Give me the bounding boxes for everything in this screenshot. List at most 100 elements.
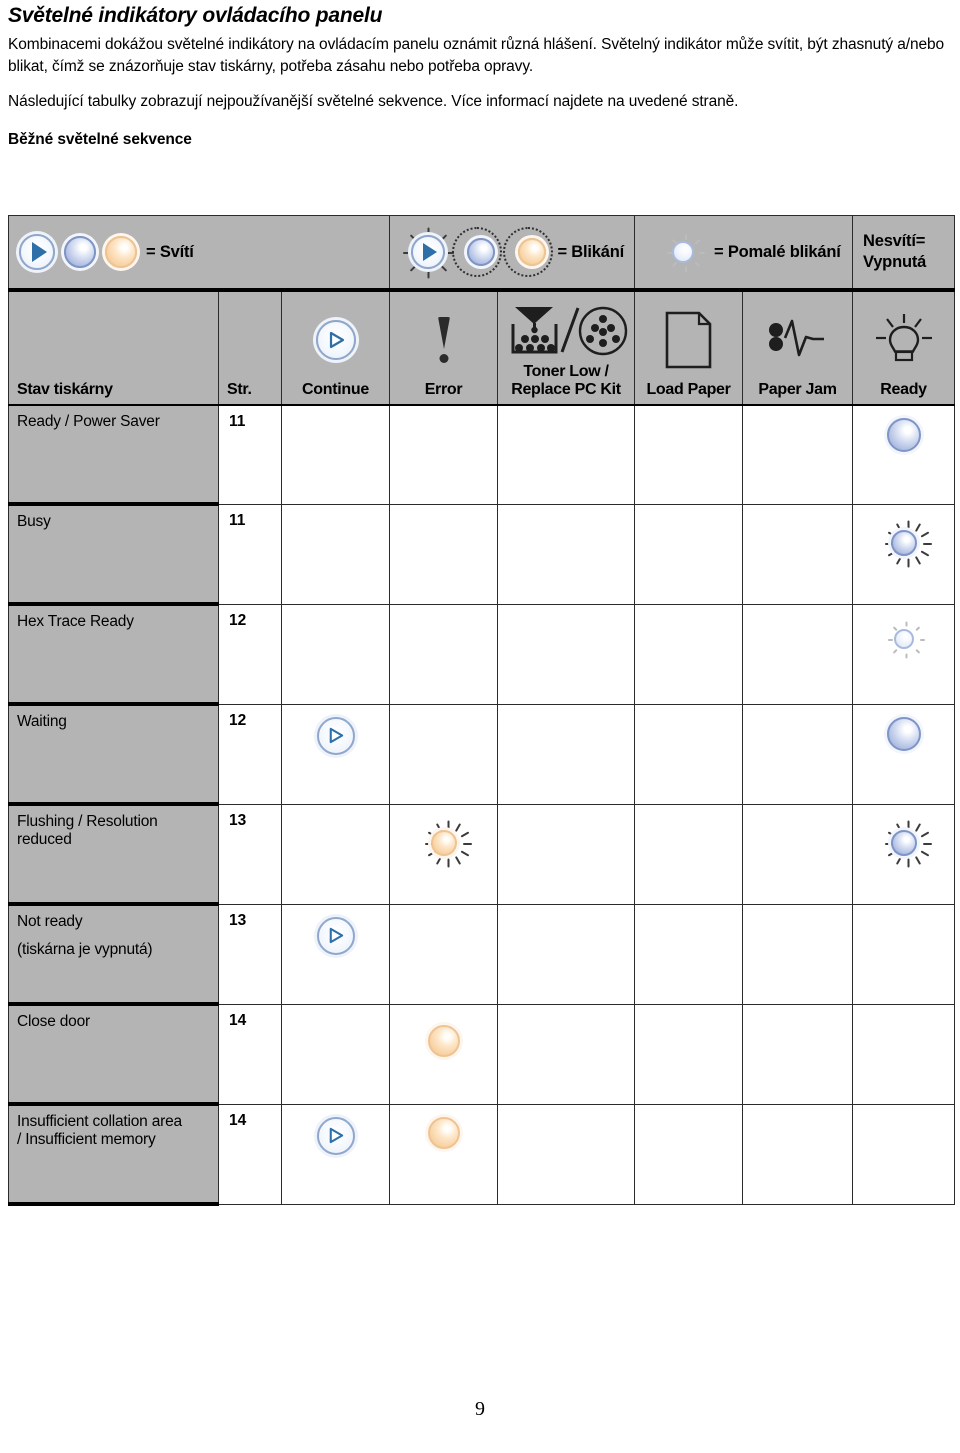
table-row: Not ready (tiskárna je vypnutá) 13	[8, 903, 956, 1006]
cell-load-paper	[634, 1003, 744, 1105]
section-subheading: Běžné světelné sekvence	[8, 131, 192, 149]
cell-state: Insufficient collation area / Insufficien…	[8, 1103, 219, 1206]
lamp-orange-blinking-icon	[418, 817, 472, 869]
legend-cell-off: Nesvítí= Vypnutá	[852, 215, 956, 292]
column-label-error: Error	[424, 381, 463, 399]
lamp-blue-slow-blinking-icon	[882, 617, 926, 661]
cell-load-paper	[634, 703, 744, 805]
play-on-icon	[19, 234, 55, 270]
cell-page: 12	[218, 703, 282, 805]
column-header-state: Stav tiskárny	[8, 289, 219, 406]
cell-paper-jam	[742, 404, 854, 505]
play-on-icon	[316, 1116, 355, 1155]
lamp-blue-blinking-icon	[878, 517, 932, 569]
column-header-toner: Toner Low / Replace PC Kit	[497, 289, 636, 406]
column-header-error: Error	[389, 289, 499, 406]
cell-load-paper	[634, 1103, 744, 1205]
table-row: Hex Trace Ready 12	[8, 603, 956, 706]
cell-page: 11	[218, 503, 282, 605]
column-header-continue: Continue	[280, 289, 391, 406]
legend-row: = Svítí = Blikání = Pomalé blikání Nesví…	[7, 215, 956, 292]
cell-toner	[497, 803, 636, 905]
lamp-blue-on-icon	[886, 418, 921, 452]
table-row: Ready / Power Saver 11	[8, 404, 956, 506]
cell-load-paper	[634, 903, 744, 1005]
cell-state: Ready / Power Saver	[8, 404, 219, 506]
cell-ready	[852, 803, 956, 905]
cell-error	[389, 1103, 499, 1205]
cell-page: 12	[218, 603, 282, 705]
cell-ready	[852, 404, 956, 505]
lamp-orange-blinking-icon	[502, 227, 553, 277]
column-header-ready: Ready	[852, 289, 956, 406]
cell-load-paper	[634, 404, 744, 505]
column-label-state: Stav tiskárny	[17, 381, 113, 399]
legend-cell-on: = Svítí	[7, 215, 391, 292]
cell-continue	[280, 1003, 391, 1105]
cell-ready	[852, 1003, 956, 1105]
light-sequences-table: = Svítí = Blikání = Pomalé blikání Nesví…	[7, 215, 956, 1206]
column-label-load-paper: Load Paper	[646, 381, 731, 399]
light-sequences-table-wrapper: = Svítí = Blikání = Pomalé blikání Nesví…	[7, 215, 956, 1206]
cell-ready	[852, 903, 956, 1005]
legend-cell-slow-blinking: = Pomalé blikání	[634, 215, 854, 292]
cell-state: Waiting	[8, 703, 219, 806]
cell-error	[389, 1003, 499, 1105]
cell-toner	[497, 703, 636, 805]
column-label-ready: Ready	[880, 381, 927, 399]
cell-paper-jam	[742, 903, 854, 1005]
column-header-load-paper: Load Paper	[634, 289, 744, 406]
cell-state: Hex Trace Ready	[8, 603, 219, 706]
intro-section: Světelné indikátory ovládacího panelu Ko…	[8, 4, 952, 149]
cell-load-paper	[634, 803, 744, 905]
cell-error	[389, 404, 499, 505]
legend-label-off: Nesvítí= Vypnutá	[863, 232, 927, 271]
table-header-row: Stav tiskárny Str. Continue Error Toner …	[8, 289, 956, 406]
column-label-page: Str.	[227, 381, 252, 399]
cell-continue	[280, 1103, 391, 1205]
cell-state: Flushing / Resolution reduced	[8, 803, 219, 906]
table-row: Close door 14	[8, 1003, 956, 1106]
lamp-orange-on-icon	[105, 236, 137, 268]
cell-paper-jam	[742, 803, 854, 905]
lightbulb-icon	[875, 313, 932, 361]
cell-continue	[280, 703, 391, 805]
lamp-blue-on-icon	[64, 236, 96, 268]
cell-page: 13	[218, 903, 282, 1005]
legend-label-blinking: = Blikání	[557, 242, 624, 261]
cell-page: 14	[218, 1103, 282, 1205]
cell-continue	[280, 603, 391, 705]
cell-error	[389, 803, 499, 905]
table-row: Busy 11	[8, 503, 956, 606]
cell-paper-jam	[742, 503, 854, 605]
page-title: Světelné indikátory ovládacího panelu	[8, 4, 383, 27]
column-label-toner: Toner Low / Replace PC Kit	[511, 363, 621, 399]
lamp-orange-on-icon	[427, 1024, 460, 1057]
cell-paper-jam	[742, 1003, 854, 1105]
legend-label-slow-blinking: = Pomalé blikání	[714, 242, 841, 261]
lamp-blue-slow-blinking-icon	[661, 230, 706, 274]
cell-state: Close door	[8, 1003, 219, 1106]
cell-continue	[280, 404, 391, 505]
play-triangle-icon	[329, 331, 344, 348]
cell-state: Not ready (tiskárna je vypnutá)	[8, 903, 219, 1006]
continue-button-icon	[315, 319, 356, 360]
play-triangle-icon	[329, 1127, 344, 1144]
cell-state: Busy	[8, 503, 219, 606]
play-on-icon	[316, 716, 355, 755]
cell-paper-jam	[742, 1103, 854, 1205]
paper-jam-icon	[768, 319, 824, 356]
toner-low-icon	[511, 306, 628, 355]
cell-load-paper	[634, 603, 744, 705]
cell-page: 11	[218, 404, 282, 505]
column-label-paper-jam: Paper Jam	[758, 381, 837, 399]
cell-error	[389, 603, 499, 705]
intro-paragraph-1: Kombinacemi dokážou světelné indikátory …	[8, 36, 945, 76]
cell-ready	[852, 703, 956, 805]
table-row: Waiting 12	[8, 703, 956, 806]
column-header-page: Str.	[218, 289, 282, 406]
cell-toner	[497, 903, 636, 1005]
cell-ready	[852, 603, 956, 705]
cell-paper-jam	[742, 703, 854, 805]
table-row: Flushing / Resolution reduced 13	[8, 803, 956, 906]
